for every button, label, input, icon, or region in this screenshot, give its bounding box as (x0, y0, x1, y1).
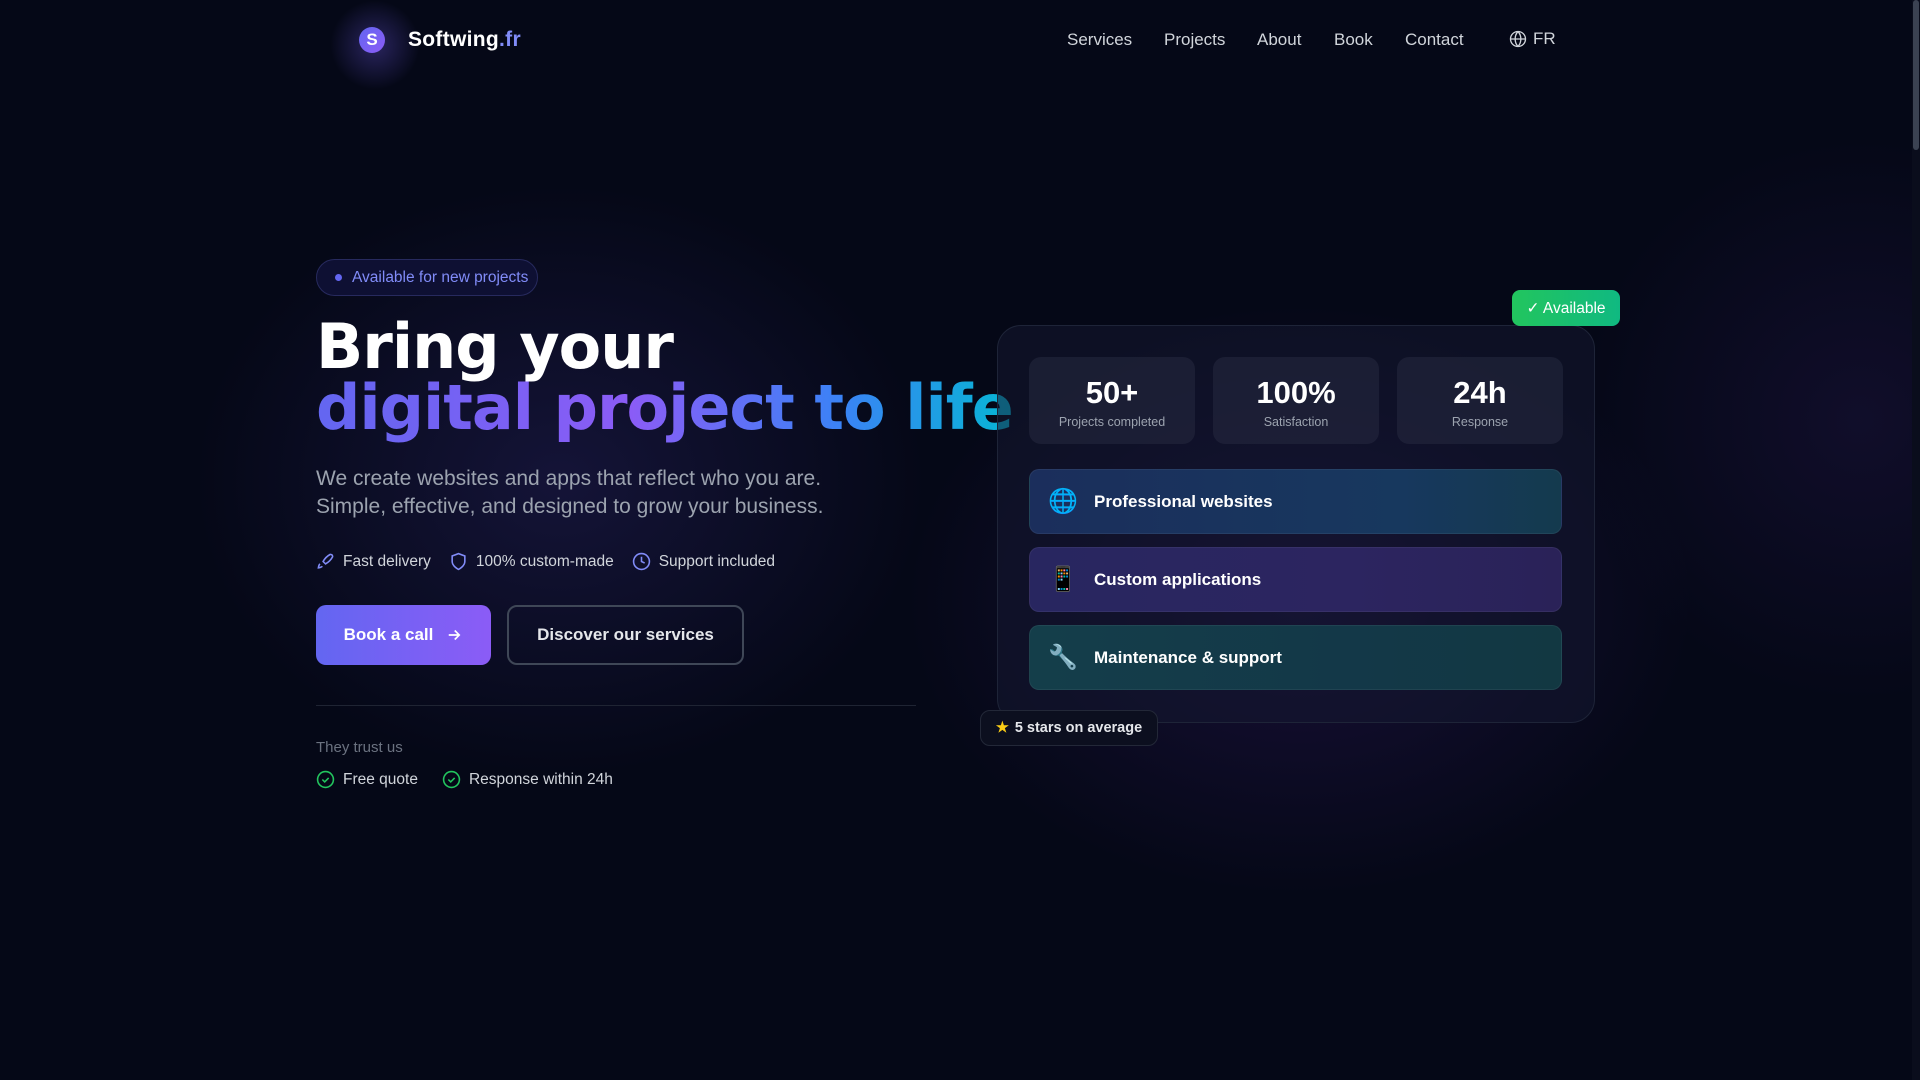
brand-name[interactable]: Softwing.fr (408, 28, 521, 52)
logo-icon[interactable]: S (359, 27, 385, 53)
scrollbar-thumb[interactable] (1913, 0, 1919, 150)
globe-icon: 🌐 (1048, 488, 1078, 515)
book-call-button[interactable]: Book a call (316, 605, 491, 665)
arrow-right-icon (449, 629, 461, 641)
available-badge: ✓ Available (1512, 290, 1620, 326)
divider (316, 705, 916, 706)
stat-response: 24h Response (1397, 357, 1563, 444)
feature-label: 100% custom-made (475, 552, 614, 570)
availability-badge: Available for new projects (316, 259, 538, 296)
service-maintenance[interactable]: 🔧 Maintenance & support (1029, 625, 1562, 690)
shield-icon (451, 552, 466, 571)
star-icon: ★ (995, 720, 1009, 736)
button-label: Book a call (343, 625, 434, 644)
stat-satisfaction: 100% Satisfaction (1213, 357, 1379, 444)
title-line2: digital project to life (316, 371, 1014, 444)
nav-about[interactable]: About (1257, 30, 1301, 50)
hero-title: Bring your digital project to life (316, 316, 1014, 439)
trust-label: Free quote (343, 770, 418, 788)
feature-custom-made: 100% custom-made (449, 552, 614, 571)
check-circle-icon (442, 770, 461, 789)
rocket-icon (317, 553, 334, 569)
service-label: Maintenance & support (1094, 647, 1282, 667)
mobile-phone-icon: 📱 (1048, 566, 1078, 593)
trust-label: Response within 24h (468, 770, 613, 788)
language-switcher[interactable]: FR (1509, 29, 1556, 49)
service-websites[interactable]: 🌐 Professional websites (1029, 469, 1562, 534)
language-label: FR (1533, 29, 1556, 48)
stat-label: Response (1451, 415, 1509, 429)
nav-book[interactable]: Book (1334, 30, 1373, 50)
brand-text: Softwing (408, 28, 500, 51)
nav-projects[interactable]: Projects (1164, 30, 1225, 50)
check-circle-icon (316, 770, 335, 789)
discover-services-button[interactable]: Discover our services (507, 605, 744, 665)
stat-value: 50+ (1085, 375, 1139, 410)
globe-icon (1509, 30, 1527, 48)
brand-tld: .fr (499, 28, 521, 51)
lead-line2: Simple, effective, and designed to grow … (316, 495, 824, 518)
feature-fast-delivery: Fast delivery (316, 552, 431, 571)
feature-list: Fast delivery 100% custom-made Support i… (316, 552, 775, 571)
stat-projects: 50+ Projects completed (1029, 357, 1195, 444)
badge-text: Available for new projects (352, 268, 529, 286)
stat-label: Projects completed (1058, 415, 1166, 429)
clock-icon (632, 552, 650, 571)
service-label: Custom applications (1094, 569, 1262, 589)
rating-badge: ★ 5 stars on average (980, 710, 1158, 746)
rating-text: 5 stars on average (1014, 720, 1143, 736)
feature-label: Support included (658, 552, 776, 570)
stat-value: 24h (1453, 375, 1507, 410)
trust-free-quote: Free quote (316, 770, 418, 789)
feature-label: Fast delivery (343, 552, 431, 570)
nav-contact[interactable]: Contact (1405, 30, 1464, 50)
wrench-icon: 🔧 (1048, 644, 1078, 671)
scrollbar[interactable] (1912, 0, 1920, 1080)
trust-response: Response within 24h (442, 770, 613, 789)
status-dot (335, 274, 342, 281)
lead-line1: We create websites and apps that reflect… (316, 467, 822, 490)
service-applications[interactable]: 📱 Custom applications (1029, 547, 1562, 612)
trust-title: They trust us (316, 739, 403, 756)
trust-list: Free quote Response within 24h (316, 770, 613, 789)
stat-label: Satisfaction (1263, 415, 1329, 429)
nav-services[interactable]: Services (1067, 30, 1132, 50)
feature-support: Support included (632, 552, 775, 571)
hero-lead: We create websites and apps that reflect… (316, 465, 823, 521)
stat-value: 100% (1256, 375, 1336, 410)
service-label: Professional websites (1094, 491, 1273, 511)
